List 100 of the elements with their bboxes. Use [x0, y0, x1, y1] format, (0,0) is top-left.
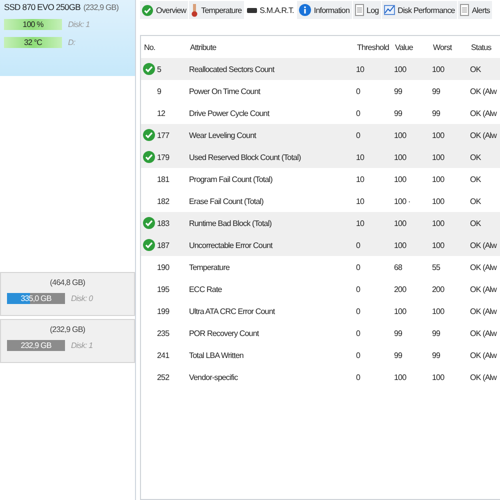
table-row[interactable]: 177 Wear Leveling Count 0 100 100 OK (Alw	[141, 124, 500, 146]
table-row[interactable]: 9 Power On Time Count 0 99 99 OK (Alw	[141, 80, 500, 102]
table-cell-text: 100	[432, 306, 446, 316]
column-header[interactable]: Worst	[433, 42, 471, 52]
table-cell-text: 200	[394, 284, 408, 294]
table-row[interactable]: 187 Uncorrectable Error Count 0 100 100 OK (Alw	[141, 234, 500, 256]
table-cell-text: 100	[432, 240, 446, 250]
table-cell-text: OK (Alw	[470, 86, 498, 96]
usage-bar: 335,0 GB	[7, 293, 65, 304]
table-row[interactable]: 5 Reallocated Sectors Count 10 100 100 OK	[141, 58, 500, 80]
table-cell-text: Uncorrectable Error Count	[189, 240, 274, 250]
table-row[interactable]: 252 Vendor-specific 0 100 100 OK (Alw	[141, 366, 500, 388]
check-icon	[142, 4, 153, 16]
table-cell-text: 0	[356, 306, 362, 316]
disk-label: Disk: 1	[68, 20, 90, 29]
table-cell-text: 100	[432, 196, 446, 206]
table-row[interactable]: 179 Used Reserved Block Count (Total) 10 100 100 OK	[141, 146, 500, 168]
table-row[interactable]: 183 Runtime Bad Block (Total) 10 100 100 OK	[141, 212, 500, 234]
tab[interactable]: Disk Performance	[382, 1, 457, 19]
column-header[interactable]: No.	[141, 42, 190, 52]
table-cell-text: 100	[394, 152, 408, 162]
table-cell-text: 99	[432, 86, 442, 96]
table-cell-text: Vendor-specific	[189, 372, 239, 382]
health-bar: 100 %	[4, 19, 62, 30]
table-cell-text: 0	[356, 328, 362, 338]
column-header[interactable]: Threshold	[357, 42, 395, 52]
table-cell-text: OK (Alw	[470, 328, 498, 338]
volume-card[interactable]: (464,8 GB) 335,0 GB Disk: 0	[0, 272, 135, 316]
drive-name: SSD 870 EVO 250GB	[4, 2, 80, 12]
column-header[interactable]: Attribute	[190, 42, 357, 52]
table-cell-text: 100	[394, 174, 408, 184]
table-row[interactable]: 181 Program Fail Count (Total) 10 100 100 OK	[141, 168, 500, 190]
tab[interactable]: Log	[352, 1, 381, 19]
table-cell-text: OK	[470, 174, 482, 184]
table-cell: 252	[157, 372, 170, 382]
tab[interactable]: Information	[296, 1, 352, 19]
drive-icon	[246, 8, 257, 12]
table-cell-text: OK (Alw	[470, 350, 498, 360]
table-row[interactable]: 195 ECC Rate 0 200 200 OK (Alw	[141, 278, 500, 300]
table-row[interactable]: 12 Drive Power Cycle Count 0 99 99 OK (Alw	[141, 102, 500, 124]
chart-icon	[384, 5, 395, 15]
check-icon	[143, 151, 155, 163]
disk-label: Disk: 1	[71, 341, 93, 350]
table-cell-text: ECC Rate	[189, 284, 223, 294]
table-cell: 5	[157, 64, 162, 74]
table-cell-text: 0	[356, 240, 362, 250]
table-cell-text: 99	[432, 350, 442, 360]
table-cell-text: 0	[356, 372, 362, 382]
table-cell-text: Power On Time Count	[189, 86, 262, 96]
table-cell: 12	[157, 108, 166, 118]
table-cell-text: 99	[394, 350, 404, 360]
table-cell-text: Erase Fail Count (Total)	[189, 196, 264, 206]
table-cell-text: 10	[356, 64, 366, 74]
table-cell-text: 100	[394, 372, 408, 382]
table-cell: 182	[157, 196, 170, 206]
check-icon	[143, 239, 155, 251]
table-cell-text: POR Recovery Count	[189, 328, 260, 338]
tab[interactable]: Temperature	[189, 1, 244, 19]
tab[interactable]: Overview	[140, 1, 188, 19]
table-cell-text: 10	[356, 152, 366, 162]
volume-card[interactable]: (232,9 GB) 232,9 GB Disk: 1	[0, 319, 135, 363]
table-cell-text: Temperature	[189, 262, 231, 272]
table-cell-text: 0	[356, 86, 362, 96]
disk-label: Disk: 0	[71, 294, 93, 303]
check-icon	[143, 129, 155, 141]
table-cell-text: 99	[432, 108, 442, 118]
table-cell-text: OK	[470, 196, 482, 206]
table-cell-text: Reallocated Sectors Count	[189, 64, 276, 74]
table-cell: 199	[157, 306, 170, 316]
table-cell-text: Wear Leveling Count	[189, 130, 258, 140]
table-cell-text: 200	[432, 284, 446, 294]
table-cell-text: 100	[432, 218, 446, 228]
document-icon	[460, 4, 469, 16]
table-cell: 179	[157, 152, 170, 162]
table-cell: 187	[157, 240, 170, 250]
table-row[interactable]: 241 Total LBA Written 0 99 99 OK (Alw	[141, 344, 500, 366]
column-header[interactable]: Value	[395, 42, 433, 52]
tab[interactable]: Alerts	[458, 1, 492, 19]
table-cell-text: 10	[356, 174, 366, 184]
table-cell-text: 99	[394, 108, 404, 118]
table-cell-text: 99	[394, 328, 404, 338]
column-header[interactable]: Status	[471, 42, 500, 52]
table-row[interactable]: 235 POR Recovery Count 0 99 99 OK (Alw	[141, 322, 500, 344]
table-cell-text: Program Fail Count (Total)	[189, 174, 274, 184]
table-cell: 235	[157, 328, 170, 338]
table-row[interactable]: 182 Erase Fail Count (Total) 10 100 · 100 OK	[141, 190, 500, 212]
table-row[interactable]: 199 Ultra ATA CRC Error Count 0 100 100 OK (Alw	[141, 300, 500, 322]
table-cell-text: 100	[432, 64, 446, 74]
table-cell: 9	[157, 86, 162, 96]
table-cell-text: 99	[432, 328, 442, 338]
table-cell-text: OK (Alw	[470, 262, 498, 272]
check-icon	[143, 217, 155, 229]
temperature-bar: 32 °C	[4, 37, 62, 48]
thermometer-icon	[191, 4, 198, 16]
table-row[interactable]: 190 Temperature 0 68 55 OK (Alw	[141, 256, 500, 278]
table-cell-text: OK (Alw	[470, 240, 498, 250]
table-cell-text: OK (Alw	[470, 284, 498, 294]
table-cell: 241	[157, 350, 170, 360]
drive-letter: D:	[68, 38, 76, 47]
table-cell-text: OK	[470, 152, 482, 162]
